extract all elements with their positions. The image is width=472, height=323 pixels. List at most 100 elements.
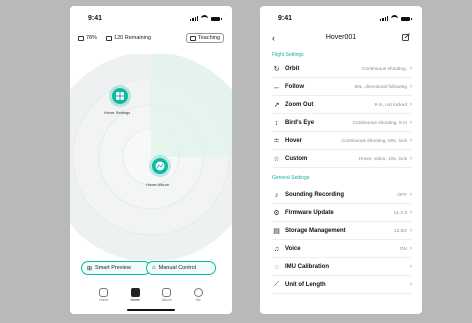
mic-icon: ♪ bbox=[274, 191, 279, 199]
chevron-right-icon: › bbox=[410, 120, 412, 126]
edit-icon[interactable] bbox=[402, 33, 410, 41]
setting-label: Sounding Recording bbox=[285, 192, 344, 198]
setting-label: Bird's Eye bbox=[285, 120, 315, 126]
nav-hover[interactable]: Hover bbox=[130, 288, 140, 308]
nav-home[interactable]: Home bbox=[99, 288, 108, 308]
setting-row-birds-eye[interactable]: ↕ Bird's Eye Continuous shooting, 9 m › bbox=[272, 115, 412, 132]
setting-label: Follow bbox=[285, 84, 304, 90]
manual-control-label: Manual Control bbox=[158, 265, 196, 271]
nav-me[interactable]: Me bbox=[193, 288, 203, 308]
settings-header: ‹ Hover001 bbox=[260, 33, 422, 47]
status-bar: 9:41 bbox=[260, 15, 422, 25]
hover-album-label: Hover Album bbox=[146, 182, 169, 187]
setting-row-sounding-recording[interactable]: ♪ Sounding Recording OFF › bbox=[272, 187, 412, 204]
settings-screen: 9:41 ‹ Hover001 Flight Settings ↻ Orbit … bbox=[260, 6, 422, 314]
setting-row-imu-calibration[interactable]: ◌ IMU Calibration › bbox=[272, 259, 412, 276]
chevron-right-icon: › bbox=[410, 246, 412, 252]
storage-icon bbox=[106, 35, 113, 41]
imu-icon: ◌ bbox=[274, 263, 279, 271]
ruler-icon: ⟋ bbox=[274, 281, 279, 288]
setting-label: Orbit bbox=[285, 66, 300, 72]
orbit-icon: ↻ bbox=[273, 66, 280, 73]
follow-icon: ↔ bbox=[273, 83, 280, 91]
chevron-right-icon: › bbox=[410, 282, 412, 288]
smart-preview-button[interactable]: ⊞ Smart Preview bbox=[81, 261, 151, 275]
manual-control-icon: ⌂ bbox=[152, 265, 156, 271]
teaching-icon bbox=[189, 35, 196, 41]
smart-preview-label: Smart Preview bbox=[95, 265, 131, 271]
setting-row-storage-management[interactable]: ▤ Storage Management 12.5G › bbox=[272, 223, 412, 240]
battery-level: 78% bbox=[86, 35, 98, 41]
radar-view bbox=[70, 54, 232, 260]
chevron-right-icon: › bbox=[410, 66, 412, 72]
chevron-right-icon: › bbox=[410, 192, 412, 198]
setting-row-unit-of-length[interactable]: ⟋ Unit of Length › bbox=[272, 277, 412, 294]
voice-icon: ♫ bbox=[273, 245, 280, 253]
hover-home-screen: 9:41 78% 120 Remaining Teaching Hover Se… bbox=[70, 6, 232, 314]
nav-label: Me bbox=[196, 298, 201, 302]
setting-row-follow[interactable]: ↔ Follow 60L, directional following › bbox=[272, 79, 412, 96]
nav-album[interactable]: Album bbox=[162, 288, 172, 308]
battery-icon bbox=[401, 16, 412, 21]
wifi-icon bbox=[201, 15, 208, 22]
status-time: 9:41 bbox=[88, 15, 103, 22]
chevron-right-icon: › bbox=[410, 210, 412, 216]
setting-row-hover[interactable]: ≐ Hover Continuous shooting, 60s, lock › bbox=[272, 133, 412, 150]
page-title: Hover001 bbox=[325, 34, 357, 41]
chevron-right-icon: › bbox=[410, 156, 412, 162]
status-time: 9:41 bbox=[278, 15, 293, 22]
bottom-nav: Home Hover Album Me bbox=[70, 288, 232, 308]
nav-label: Hover bbox=[130, 298, 140, 302]
setting-value: Continuous shooting, bbox=[361, 66, 407, 72]
storage-icon: ▤ bbox=[273, 228, 280, 235]
zoom-out-icon: ↗ bbox=[273, 102, 280, 109]
setting-label: Firmware Update bbox=[285, 210, 334, 216]
signal-icon bbox=[380, 16, 388, 21]
smart-preview-icon: ⊞ bbox=[87, 265, 93, 272]
chevron-right-icon: › bbox=[410, 138, 412, 144]
general-settings-title: General Settings bbox=[272, 175, 310, 181]
signal-icon bbox=[190, 16, 198, 21]
custom-icon: ☆ bbox=[273, 156, 280, 163]
home-icon bbox=[99, 288, 109, 297]
setting-value: Continuous shooting, 9 m bbox=[352, 120, 407, 126]
setting-label: Zoom Out bbox=[285, 102, 314, 108]
teaching-label: Teaching bbox=[197, 35, 220, 41]
teaching-button[interactable]: Teaching bbox=[185, 33, 224, 43]
setting-value: 12.5G bbox=[393, 228, 407, 234]
setting-row-orbit[interactable]: ↻ Orbit Continuous shooting, › bbox=[272, 61, 412, 78]
hover-album-point[interactable] bbox=[149, 155, 171, 177]
nav-label: Album bbox=[161, 298, 172, 302]
battery-icon bbox=[211, 16, 222, 21]
setting-row-firmware-update[interactable]: ⚙ Firmware Update v1.2.3 › bbox=[272, 205, 412, 222]
chevron-right-icon: › bbox=[410, 264, 412, 270]
setting-row-zoom-out[interactable]: ↗ Zoom Out 9 m, not locked › bbox=[272, 97, 412, 114]
setting-label: Custom bbox=[285, 156, 308, 162]
chevron-right-icon: › bbox=[410, 228, 412, 234]
setting-value: OFF bbox=[397, 192, 407, 198]
setting-value: 60L, directional following bbox=[354, 84, 407, 90]
chevron-right-icon: › bbox=[410, 102, 412, 108]
manual-control-button[interactable]: ⌂ Manual Control bbox=[146, 261, 216, 275]
home-indicator bbox=[127, 309, 175, 311]
flight-settings-title: Flight Settings bbox=[272, 52, 304, 58]
setting-value: ON bbox=[399, 246, 407, 252]
battery-level-icon bbox=[78, 35, 84, 41]
setting-label: Hover bbox=[285, 138, 303, 144]
storage-remaining: 120 Remaining bbox=[114, 35, 152, 41]
setting-value: 9 m, not locked bbox=[374, 102, 407, 108]
setting-row-custom[interactable]: ☆ Custom Hover, video, 10s, lock › bbox=[272, 151, 412, 168]
album-icon bbox=[162, 288, 172, 297]
hover-settings-label: Hover Settings bbox=[104, 110, 131, 115]
hover-icon bbox=[130, 288, 140, 297]
me-icon bbox=[193, 288, 203, 297]
setting-label: Unit of Length bbox=[285, 282, 326, 288]
firmware-icon: ⚙ bbox=[273, 210, 280, 217]
setting-label: IMU Calibration bbox=[285, 264, 330, 270]
setting-row-voice[interactable]: ♫ Voice ON › bbox=[272, 241, 412, 258]
setting-label: Storage Management bbox=[285, 228, 346, 234]
wifi-icon bbox=[391, 15, 398, 22]
setting-value: v1.2.3 bbox=[393, 210, 407, 216]
setting-value: Hover, video, 10s, lock bbox=[358, 156, 407, 162]
hover-settings-point[interactable] bbox=[109, 85, 131, 107]
